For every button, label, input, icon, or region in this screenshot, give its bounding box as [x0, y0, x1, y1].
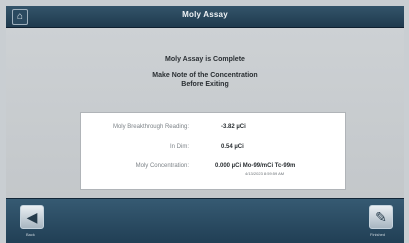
title-bar: ⌂ Moly Assay	[6, 6, 404, 28]
note-line-1: Make Note of the Concentration	[152, 72, 258, 79]
main-content: Moly Assay is Complete Make Note of the …	[6, 28, 404, 198]
result-row-concentration: Moly Concentration: 0.000 µCi Mo-99/mCi …	[81, 163, 347, 179]
screen-bezel-right	[404, 0, 409, 243]
window-title: Moly Assay	[182, 10, 228, 19]
result-row-in-dim: In Dim: 0.54 µCi	[81, 144, 347, 156]
bottom-toolbar: ◀ Back ✎ Finished	[6, 198, 404, 243]
result-label: Moly Concentration:	[135, 163, 189, 169]
finished-button[interactable]: ✎	[369, 205, 393, 229]
pen-icon: ✎	[375, 209, 387, 225]
result-value: 0.54 µCi	[221, 144, 244, 150]
finished-button-label: Finished	[370, 232, 386, 237]
arrow-left-icon: ◀	[26, 209, 38, 225]
results-panel: Moly Breakthrough Reading: -3.82 µCi In …	[80, 112, 346, 190]
back-button-label: Back	[26, 232, 35, 237]
completion-message: Moly Assay is Complete	[165, 56, 245, 63]
result-label: Moly Breakthrough Reading:	[112, 124, 189, 130]
result-label: In Dim:	[169, 144, 189, 150]
back-button[interactable]: ◀	[20, 205, 44, 229]
result-value: 0.000 µCi Mo-99/mCi Tc-99m	[215, 163, 296, 169]
result-row-breakthrough: Moly Breakthrough Reading: -3.82 µCi	[81, 124, 347, 136]
result-timestamp: 4/13/2023 8:59:59 AM	[245, 171, 285, 176]
note-message: Make Note of the Concentration Before Ex…	[6, 71, 404, 89]
note-line-2: Before Exiting	[181, 81, 229, 88]
result-value: -3.82 µCi	[221, 124, 246, 130]
